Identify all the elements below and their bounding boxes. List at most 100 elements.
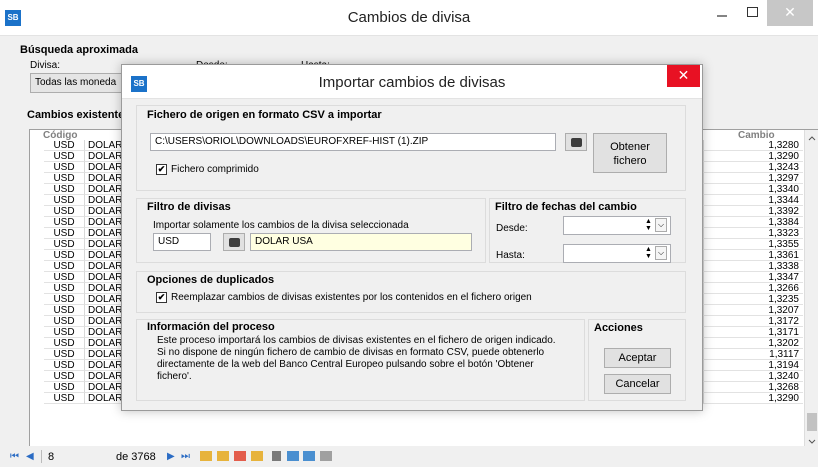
currency-lookup-button[interactable]: [223, 233, 245, 251]
scroll-down-icon[interactable]: [808, 439, 816, 444]
cell-rate: 1,3280: [703, 140, 803, 151]
currency-name-field: DOLAR USA: [250, 233, 472, 251]
cell-code: USD: [44, 338, 84, 349]
maximize-button[interactable]: [737, 0, 767, 26]
source-panel-title: Fichero de origen en formato CSV a impor…: [147, 109, 382, 121]
cell-rate: 1,3361: [703, 250, 803, 261]
grid-scrollbar[interactable]: [804, 130, 818, 449]
cell-rate: 1,3243: [703, 162, 803, 173]
date-to-spin-icon[interactable]: ▲ ▼: [644, 246, 653, 262]
close-icon: ✕: [784, 4, 796, 20]
close-button[interactable]: ✕: [767, 0, 813, 26]
cell-code: USD: [44, 162, 84, 173]
obtain-file-button[interactable]: Obtener fichero: [593, 133, 667, 173]
scroll-up-icon[interactable]: [808, 136, 816, 141]
next-record-icon[interactable]: ▶: [167, 451, 175, 462]
current-record-input[interactable]: 8: [48, 451, 54, 463]
currency-code-input[interactable]: USD: [153, 233, 211, 251]
cell-rate: 1,3202: [703, 338, 803, 349]
info-line-2: Si no dispone de ningún fichero de cambi…: [157, 347, 545, 358]
existing-group-title: Cambios existente: [27, 109, 125, 121]
cell-code: USD: [44, 261, 84, 272]
date-from-dropdown-icon[interactable]: ⌵: [655, 218, 667, 232]
cell-code: USD: [44, 184, 84, 195]
replace-duplicates-checkbox[interactable]: ✔: [156, 292, 167, 303]
cell-rate: 1,3384: [703, 217, 803, 228]
print-icon[interactable]: [287, 451, 299, 461]
minimize-icon: [717, 15, 727, 17]
cell-code: USD: [44, 140, 84, 151]
cell-code: USD: [44, 371, 84, 382]
date-filter-title: Filtro de fechas del cambio: [495, 201, 637, 213]
browse-file-button[interactable]: [565, 133, 587, 151]
info-line-4: fichero'.: [157, 371, 192, 382]
last-record-icon[interactable]: ⏭: [181, 451, 190, 462]
cell-code: USD: [44, 151, 84, 162]
duplicates-title: Opciones de duplicados: [147, 274, 275, 286]
record-count: de 3768: [116, 451, 156, 463]
cell-rate: 1,3268: [703, 382, 803, 393]
compressed-label: Fichero comprimido: [171, 164, 259, 175]
cell-code: USD: [44, 316, 84, 327]
binoculars-icon: [229, 238, 240, 247]
maximize-icon: [747, 7, 758, 17]
cell-code: USD: [44, 272, 84, 283]
cell-code: USD: [44, 305, 84, 316]
cell-code: USD: [44, 250, 84, 261]
cell-rate: 1,3355: [703, 239, 803, 250]
minimize-button[interactable]: [707, 0, 737, 26]
cell-code: USD: [44, 294, 84, 305]
cell-rate: 1,3266: [703, 283, 803, 294]
cell-code: USD: [44, 217, 84, 228]
cell-rate: 1,3290: [703, 393, 803, 404]
filter-icon[interactable]: [272, 451, 281, 461]
currency-label: Divisa:: [30, 60, 61, 71]
nav-separator: [41, 450, 42, 463]
cell-rate: 1,3172: [703, 316, 803, 327]
accept-button[interactable]: Aceptar: [604, 348, 671, 368]
date-from-label: Desde:: [496, 223, 528, 234]
currency-filter-hint: Importar solamente los cambios de la div…: [153, 220, 409, 231]
dialog-titlebar: SB Importar cambios de divisas ✕: [122, 65, 702, 99]
compressed-checkbox[interactable]: ✔: [156, 164, 167, 175]
cell-code: USD: [44, 327, 84, 338]
info-title: Información del proceso: [147, 321, 275, 333]
cell-rate: 1,3323: [703, 228, 803, 239]
cell-code: USD: [44, 349, 84, 360]
close-icon: ✕: [677, 67, 690, 83]
open-record-icon[interactable]: [217, 451, 229, 461]
currency-select[interactable]: Todas las moneda: [30, 73, 122, 93]
cell-rate: 1,3290: [703, 151, 803, 162]
prev-record-icon[interactable]: ◀: [26, 451, 34, 462]
search-group-title: Búsqueda aproximada: [20, 44, 138, 56]
scroll-thumb[interactable]: [807, 413, 817, 431]
cell-code: USD: [44, 206, 84, 217]
cell-rate: 1,3338: [703, 261, 803, 272]
cell-code: USD: [44, 228, 84, 239]
cell-code: USD: [44, 283, 84, 294]
cell-code: USD: [44, 360, 84, 371]
cell-rate: 1,3171: [703, 327, 803, 338]
cancel-button[interactable]: Cancelar: [604, 374, 671, 394]
cell-code: USD: [44, 239, 84, 250]
source-path-input[interactable]: C:\USERS\ORIOL\DOWNLOADS\EUROFXREF-HIST …: [150, 133, 556, 151]
new-record-icon[interactable]: [200, 451, 212, 461]
cell-rate: 1,3347: [703, 272, 803, 283]
cell-code: USD: [44, 393, 84, 404]
date-to-label: Hasta:: [496, 250, 525, 261]
cell-rate: 1,3340: [703, 184, 803, 195]
folder-icon[interactable]: [251, 451, 263, 461]
cell-rate: 1,3117: [703, 349, 803, 360]
date-to-dropdown-icon[interactable]: ⌵: [655, 246, 667, 260]
first-record-icon[interactable]: ⏮: [10, 451, 19, 462]
date-from-spin-icon[interactable]: ▲ ▼: [644, 218, 653, 234]
main-titlebar: SB Cambios de divisa ✕: [0, 0, 818, 36]
cell-rate: 1,3207: [703, 305, 803, 316]
window-title: Cambios de divisa: [347, 9, 471, 26]
export-icon[interactable]: [303, 451, 315, 461]
delete-record-icon[interactable]: [234, 451, 246, 461]
settings-icon[interactable]: [320, 451, 332, 461]
scrollbar-arrows: [807, 136, 817, 444]
cell-rate: 1,3235: [703, 294, 803, 305]
dialog-close-button[interactable]: ✕: [667, 65, 700, 87]
